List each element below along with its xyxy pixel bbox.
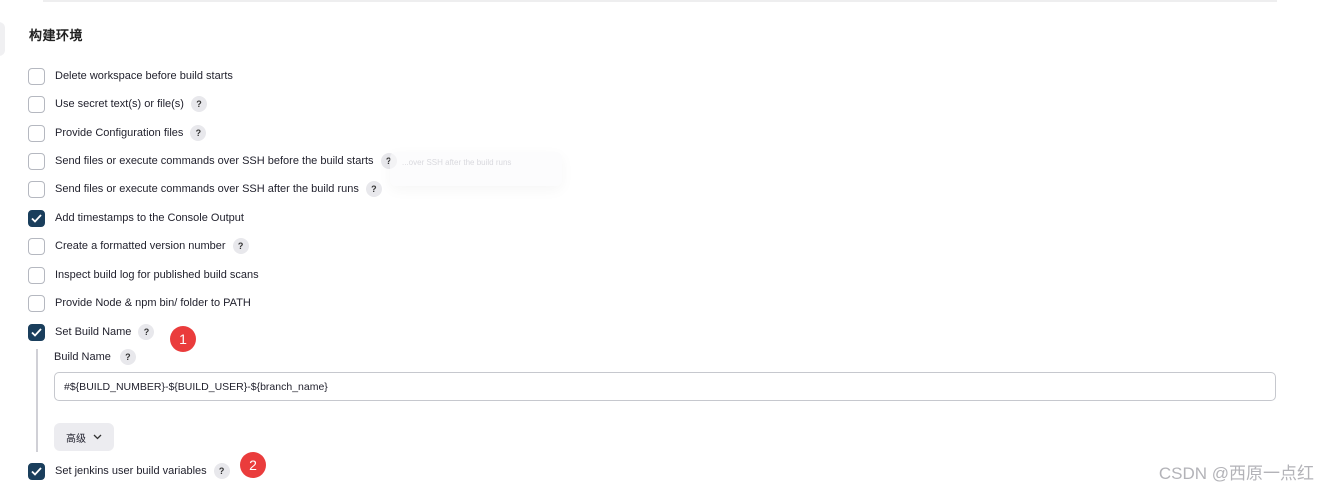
option-checkbox[interactable]	[28, 237, 45, 255]
option-row: Create a formatted version number?	[28, 237, 249, 255]
option-row: Provide Configuration files?	[28, 124, 207, 142]
build-name-label-text: Build Name	[54, 351, 111, 363]
help-icon[interactable]: ?	[190, 96, 207, 112]
option-row: Send files or execute commands over SSH …	[28, 152, 397, 170]
section-title: 构建环境	[29, 28, 84, 43]
option-checkbox[interactable]	[28, 67, 45, 85]
option-label[interactable]: Provide Configuration files	[55, 127, 183, 139]
help-icon[interactable]: ?	[232, 238, 249, 254]
option-checkbox[interactable]	[28, 266, 45, 284]
build-name-field-label: Build Name ?	[54, 348, 136, 366]
option-label[interactable]: Set Build Name	[55, 326, 131, 338]
option-checkbox[interactable]	[28, 95, 45, 113]
option-label[interactable]: Use secret text(s) or file(s)	[55, 98, 184, 110]
option-checkbox[interactable]	[28, 180, 45, 198]
chevron-down-icon	[93, 434, 102, 440]
help-icon[interactable]: ?	[213, 463, 230, 479]
option-checkbox[interactable]	[28, 294, 45, 312]
nested-section-indicator	[36, 349, 38, 452]
check-icon	[31, 327, 42, 337]
section-nav-marker	[0, 22, 5, 56]
top-divider	[43, 0, 1277, 2]
option-row: Use secret text(s) or file(s)?	[28, 95, 207, 113]
watermark: CSDN @西原一点红	[1158, 464, 1314, 483]
option-label[interactable]: Send files or execute commands over SSH …	[55, 155, 374, 167]
help-icon[interactable]: ?	[119, 349, 136, 365]
option-label[interactable]: Delete workspace before build starts	[55, 70, 233, 82]
option-row: Add timestamps to the Console Output	[28, 209, 244, 227]
help-icon[interactable]: ?	[138, 324, 155, 340]
option-row: Inspect build log for published build sc…	[28, 266, 259, 284]
option-label[interactable]: Add timestamps to the Console Output	[55, 212, 244, 224]
check-icon	[31, 466, 42, 476]
tooltip-ghost: ...over SSH after the build runs	[390, 152, 562, 186]
annotation-badge-1: 1	[170, 326, 196, 352]
option-checkbox[interactable]	[28, 462, 45, 480]
option-checkbox[interactable]	[28, 152, 45, 170]
option-label[interactable]: Provide Node & npm bin/ folder to PATH	[55, 297, 251, 309]
annotation-badge-2: 2	[240, 452, 266, 478]
help-icon[interactable]: ?	[190, 125, 207, 141]
option-checkbox[interactable]	[28, 323, 45, 341]
check-icon	[31, 213, 42, 223]
advanced-button[interactable]: 高级	[54, 423, 114, 451]
option-row: Send files or execute commands over SSH …	[28, 180, 382, 198]
option-label[interactable]: Send files or execute commands over SSH …	[55, 183, 359, 195]
option-checkbox[interactable]	[28, 124, 45, 142]
option-label[interactable]: Create a formatted version number	[55, 240, 226, 252]
help-icon[interactable]: ?	[365, 181, 382, 197]
build-name-input[interactable]	[54, 372, 1276, 401]
build-environment-page: 构建环境 Delete workspace before build start…	[0, 0, 1329, 490]
option-row: Delete workspace before build starts	[28, 67, 233, 85]
option-label[interactable]: Set jenkins user build variables	[55, 465, 207, 477]
option-row: Set jenkins user build variables?	[28, 462, 230, 480]
option-row: Set Build Name?	[28, 323, 155, 341]
option-label[interactable]: Inspect build log for published build sc…	[55, 269, 259, 281]
option-row: Provide Node & npm bin/ folder to PATH	[28, 294, 251, 312]
option-checkbox[interactable]	[28, 209, 45, 227]
advanced-button-label: 高级	[66, 433, 86, 445]
